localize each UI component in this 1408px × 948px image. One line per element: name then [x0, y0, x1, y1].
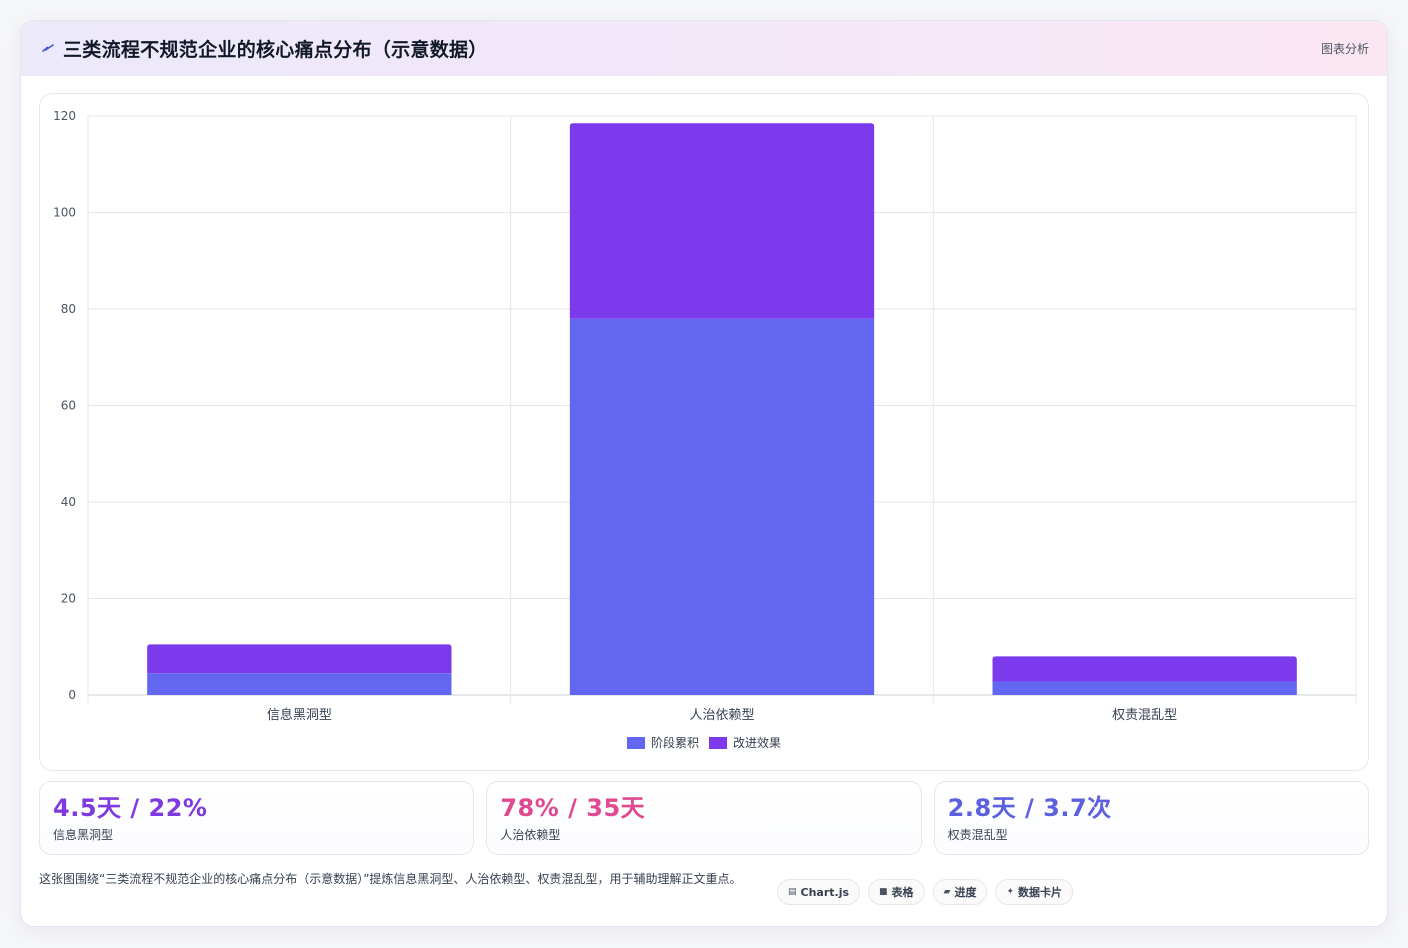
legend-label-effect: 改进效果: [733, 736, 782, 750]
tag-label: 数据卡片: [1018, 886, 1063, 899]
tag-progress[interactable]: ▰ 进度: [932, 879, 988, 905]
tag-chartjs[interactable]: ▤ Chart.js: [777, 879, 861, 905]
stat-card-info-blackhole: 4.5天 / 22% 信息黑洞型: [39, 781, 475, 855]
legend-label-stage: 阶段累积: [650, 736, 699, 750]
chart-legend: 阶段累积 改进效果: [40, 734, 1368, 751]
stat-value: 78% / 35天: [500, 794, 646, 822]
progress-icon: ▰: [943, 887, 951, 897]
bar-segment-effect: [992, 656, 1297, 682]
bar-segment-effect: [569, 123, 875, 319]
chart-analysis-badge: 图表分析: [1320, 42, 1369, 56]
chart-description: 这张图围绕“三类流程不规范企业的核心痛点分布（示意数据）”提炼信息黑洞型、人治依…: [39, 872, 742, 886]
stat-label: 人治依赖型: [500, 828, 561, 842]
bar-segment-stage: [147, 673, 452, 695]
bar-segment-effect: [147, 644, 452, 674]
stat-label: 信息黑洞型: [53, 828, 114, 842]
chart-card: 三类流程不规范企业的核心痛点分布（示意数据） 图表分析 0 20 40 60 80 100…: [20, 20, 1388, 927]
legend-item-stage[interactable]: 阶段累积: [626, 734, 699, 751]
y-tick-label: 40: [61, 495, 76, 509]
x-tick-label: 权责混乱型: [1112, 707, 1177, 723]
y-tick-label: 120: [53, 109, 76, 123]
bar-segment-stage: [992, 681, 1297, 695]
tag-label: 表格: [891, 886, 914, 899]
stat-value: 2.8天 / 3.7次: [947, 794, 1112, 822]
y-tick-label: 20: [61, 592, 76, 606]
tag-data-card[interactable]: ✦ 数据卡片: [995, 879, 1074, 905]
legend-item-effect[interactable]: 改进效果: [709, 734, 781, 751]
table-icon: ■: [879, 887, 888, 897]
legend-swatch-effect: [709, 736, 727, 749]
y-tick-label: 60: [61, 399, 76, 413]
stat-card-responsibility-chaos: 2.8天 / 3.7次 权责混乱型: [933, 781, 1369, 855]
stats-row: 4.5天 / 22% 信息黑洞型 78% / 35天 人治依赖型 2.8天 / …: [39, 781, 1369, 855]
page-title: 三类流程不规范企业的核心痛点分布（示意数据）: [63, 38, 488, 61]
chart-icon: ▤: [788, 887, 797, 897]
x-tick-label: 人治依赖型: [689, 708, 754, 723]
y-tick-label: 80: [61, 302, 76, 316]
stat-value: 4.5天 / 22%: [53, 794, 208, 822]
tag-label: 进度: [954, 886, 977, 899]
legend-swatch-stage: [626, 736, 645, 749]
bar-segment-stage: [569, 318, 875, 695]
x-tick-label: 信息黑洞型: [267, 707, 332, 723]
tag-table[interactable]: ■ 表格: [868, 879, 925, 905]
bar-chart: 0 20 40 60 80 100 120 信息黑洞型 人治依赖型 权责混乱型: [53, 109, 1357, 723]
stat-label: 权责混乱型: [947, 828, 1008, 842]
stat-card-human-dependency: 78% / 35天 人治依赖型: [486, 781, 922, 855]
y-tick-label: 100: [53, 206, 76, 220]
tag-list: ▤ Chart.js ■ 表格 ▰ 进度 ✦ 数据卡片: [777, 879, 1074, 905]
sparkle-icon: [41, 41, 55, 55]
y-tick-label: 0: [68, 688, 76, 702]
card-icon: ✦: [1006, 887, 1015, 897]
chart-panel: 0 20 40 60 80 100 120 信息黑洞型 人治依赖型 权责混乱型 阶段累积 改进效果: [39, 93, 1369, 771]
card-header: 三类流程不规范企业的核心痛点分布（示意数据） 图表分析: [21, 21, 1387, 76]
tag-label: Chart.js: [800, 885, 850, 899]
